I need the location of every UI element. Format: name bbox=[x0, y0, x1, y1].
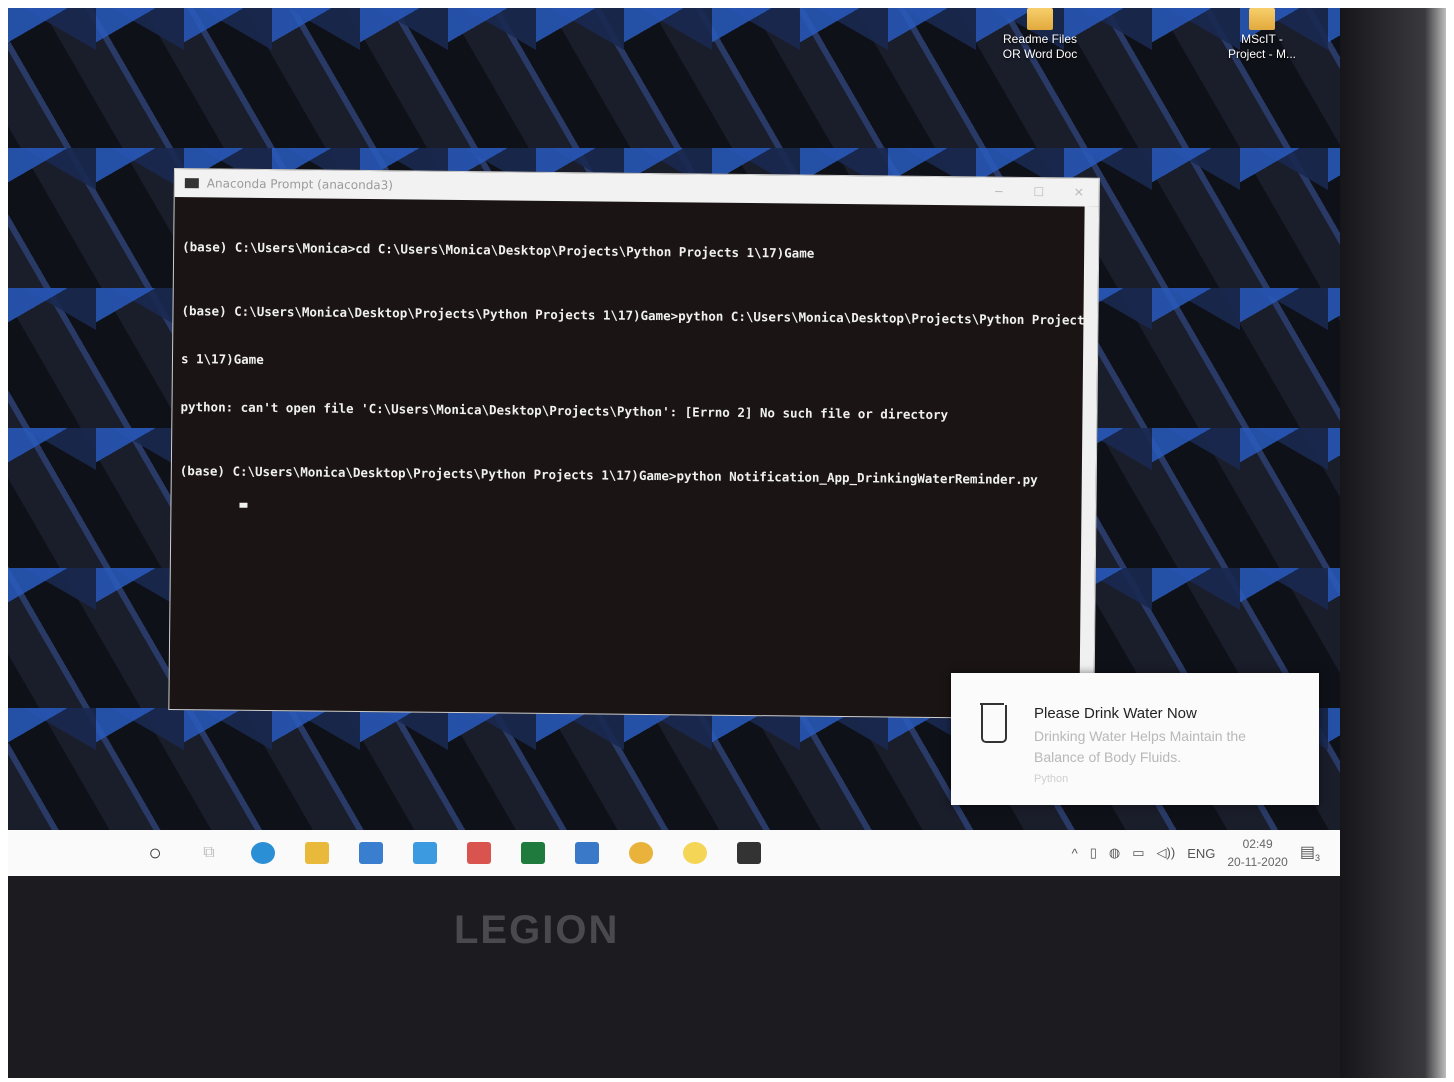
usb-icon[interactable]: ▯ bbox=[1090, 845, 1097, 861]
desktop-icon-label-1: Readme Files bbox=[1002, 32, 1078, 46]
office-icon[interactable] bbox=[452, 830, 506, 876]
desktop: Readme Files OR Word Doc MScIT - Project… bbox=[8, 8, 1340, 830]
file-explorer-icon[interactable] bbox=[290, 830, 344, 876]
loading-icon[interactable] bbox=[668, 830, 722, 876]
language-indicator[interactable]: ENG bbox=[1187, 846, 1215, 861]
desktop-icon-mscit[interactable]: MScIT - Project - M... bbox=[1212, 8, 1312, 62]
edge-icon[interactable] bbox=[236, 830, 290, 876]
notification-center-icon[interactable]: ▤3 bbox=[1300, 842, 1320, 863]
terminal-line: (base) C:\Users\Monica>cd C:\Users\Monic… bbox=[182, 239, 815, 261]
mail-icon[interactable] bbox=[344, 830, 398, 876]
screen-bezel bbox=[1340, 8, 1446, 1078]
clock-date: 20-11-2020 bbox=[1227, 855, 1288, 869]
remote-icon[interactable] bbox=[560, 830, 614, 876]
notification-app: Python bbox=[1034, 773, 1069, 785]
clock-time: 02:49 bbox=[1242, 837, 1273, 851]
notification-toast[interactable]: Please Drink Water Now Drinking Water He… bbox=[951, 673, 1319, 805]
cortana-icon[interactable]: ○ bbox=[128, 830, 182, 876]
terminal-line: (base) C:\Users\Monica\Desktop\Projects\… bbox=[179, 463, 1038, 488]
photo-frame: Readme Files OR Word Doc MScIT - Project… bbox=[8, 8, 1446, 1078]
chrome-icon[interactable] bbox=[614, 830, 668, 876]
terminal-title: Anaconda Prompt (anaconda3) bbox=[206, 176, 394, 193]
maximize-icon[interactable]: ☐ bbox=[1019, 185, 1059, 199]
notification-count: 3 bbox=[1314, 853, 1320, 864]
terminal-cursor bbox=[239, 502, 248, 508]
task-view-icon[interactable]: ⧉ bbox=[182, 830, 236, 876]
battery-icon[interactable]: ▭ bbox=[1132, 845, 1144, 861]
network-icon[interactable]: ◍ bbox=[1109, 845, 1120, 861]
terminal-line: s 1\17)Game bbox=[180, 351, 264, 367]
clock[interactable]: 02:49 20-11-2020 bbox=[1227, 835, 1288, 871]
notification-body: Drinking Water Helps Maintain the Balanc… bbox=[1034, 728, 1246, 765]
word-like-icon[interactable] bbox=[398, 830, 452, 876]
water-glass-icon bbox=[980, 703, 1007, 743]
terminal-line: python: can't open file 'C:\Users\Monica… bbox=[180, 399, 949, 423]
desktop-icon-readme[interactable]: Readme Files OR Word Doc bbox=[990, 8, 1090, 62]
minimize-icon[interactable]: ─ bbox=[979, 184, 1019, 199]
terminal-line: (base) C:\Users\Monica\Desktop\Projects\… bbox=[181, 303, 1085, 328]
terminal-output[interactable]: (base) C:\Users\Monica>cd C:\Users\Monic… bbox=[169, 197, 1098, 707]
brand-logo: LEGION bbox=[454, 908, 620, 952]
desktop-icon-label-2: OR Word Doc bbox=[1002, 47, 1078, 61]
desktop-icon-label-2: Project - M... bbox=[1227, 47, 1296, 61]
chevron-up-icon[interactable]: ^ bbox=[1072, 846, 1078, 861]
terminal-icon[interactable] bbox=[722, 830, 776, 876]
folder-icon bbox=[1027, 8, 1053, 30]
desktop-icon-label-1: MScIT - bbox=[1241, 32, 1283, 46]
folder-icon bbox=[1249, 8, 1275, 30]
taskbar: ○ ⧉ ^ ▯ ◍ ▭ ◁)) ENG 02:49 20-11-2020 ▤3 bbox=[8, 830, 1340, 876]
system-tray: ^ ▯ ◍ ▭ ◁)) ENG 02:49 20-11-2020 ▤3 bbox=[1072, 830, 1320, 876]
terminal-window[interactable]: Anaconda Prompt (anaconda3) ─ ☐ ✕ (base)… bbox=[168, 168, 1100, 720]
notification-title: Please Drink Water Now bbox=[1034, 705, 1197, 722]
volume-icon[interactable]: ◁)) bbox=[1157, 845, 1176, 861]
close-icon[interactable]: ✕ bbox=[1059, 185, 1099, 199]
excel-icon[interactable] bbox=[506, 830, 560, 876]
terminal-icon bbox=[184, 178, 199, 189]
